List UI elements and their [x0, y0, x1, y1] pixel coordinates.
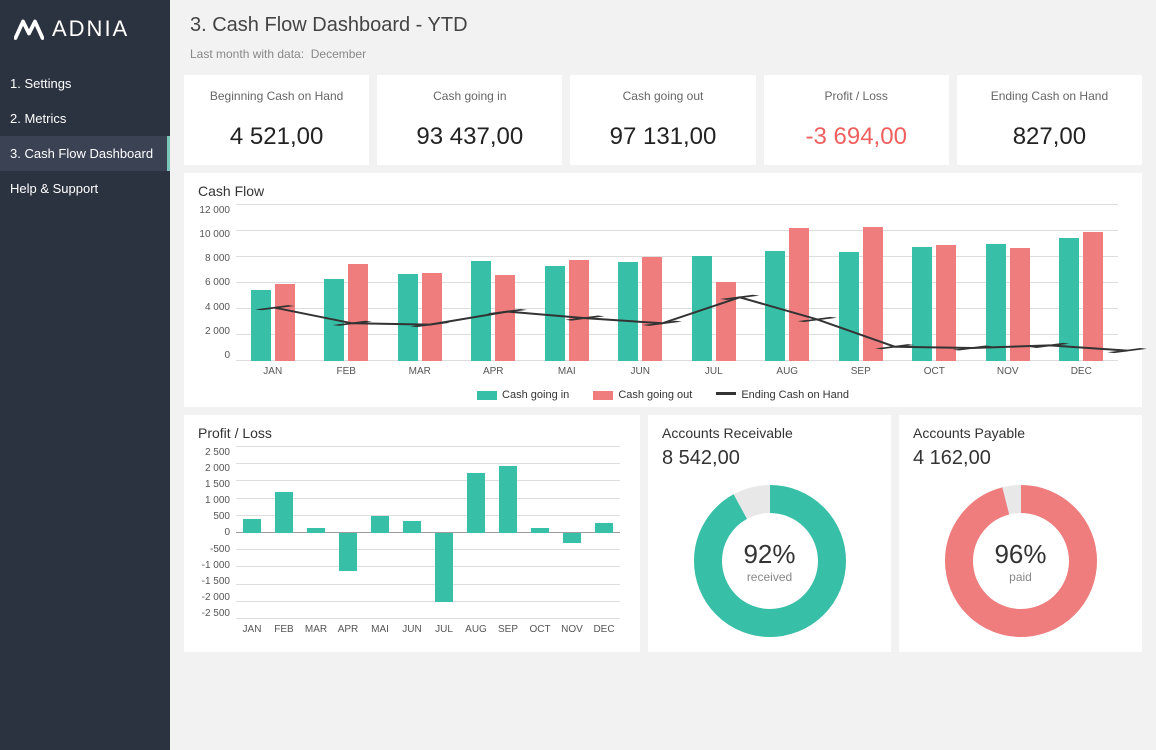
bar-cash-out: [1083, 232, 1103, 361]
bar-cash-out: [422, 273, 442, 361]
metric-label: Ending Cash on Hand: [967, 89, 1132, 103]
sidebar-item-2[interactable]: 3. Cash Flow Dashboard: [0, 136, 170, 171]
bar-cash-in: [912, 247, 932, 361]
cash-flow-panel: Cash Flow 12 00010 0008 0006 0004 0002 0…: [184, 173, 1142, 407]
legend-cash-in: Cash going in: [477, 389, 569, 401]
bar-cash-in: [1059, 238, 1079, 362]
accounts-receivable-donut: 92%received: [685, 476, 855, 646]
bar-cash-out: [716, 282, 736, 361]
brand-logo: ADNIA: [0, 0, 170, 66]
cash-flow-legend: Cash going in Cash going out Ending Cash…: [198, 389, 1128, 401]
accounts-receivable-panel: Accounts Receivable 8 542,00 92%received: [648, 415, 891, 652]
profit-loss-chart: 2 5002 0001 5001 0005000-500-1 000-1 500…: [198, 447, 626, 637]
accounts-payable-donut: 96%paid: [936, 476, 1106, 646]
metric-card-2: Cash going out 97 131,00: [570, 75, 755, 165]
metric-value: 97 131,00: [580, 123, 745, 151]
bar-profit-loss: [243, 519, 261, 533]
accounts-payable-value: 4 162,00: [913, 447, 1128, 470]
bar-cash-out: [495, 275, 515, 361]
metric-value: 4 521,00: [194, 123, 359, 151]
bar-cash-in: [398, 274, 418, 361]
bar-cash-out: [789, 228, 809, 361]
bar-profit-loss: [307, 528, 325, 533]
bar-cash-out: [642, 257, 662, 361]
bar-cash-in: [324, 279, 344, 361]
metric-card-3: Profit / Loss -3 694,00: [764, 75, 949, 165]
bar-profit-loss: [531, 528, 549, 533]
main-content: 3. Cash Flow Dashboard - YTD Last month …: [170, 0, 1156, 750]
bar-profit-loss: [403, 521, 421, 533]
metric-label: Cash going out: [580, 89, 745, 103]
cash-flow-chart: 12 00010 0008 0006 0004 0002 0000JANFEBM…: [198, 205, 1128, 385]
metric-card-1: Cash going in 93 437,00: [377, 75, 562, 165]
bar-cash-out: [936, 245, 956, 361]
brand-name: ADNIA: [52, 16, 129, 42]
page-subtitle: Last month with data: December: [190, 47, 1142, 61]
bar-profit-loss: [467, 473, 485, 533]
profit-loss-panel: Profit / Loss 2 5002 0001 5001 0005000-5…: [184, 415, 640, 652]
metric-label: Profit / Loss: [774, 89, 939, 103]
cash-flow-title: Cash Flow: [198, 183, 1128, 199]
accounts-payable-title: Accounts Payable: [913, 425, 1128, 441]
bar-cash-in: [251, 290, 271, 362]
bar-cash-out: [1010, 248, 1030, 361]
sidebar-item-0[interactable]: 1. Settings: [0, 66, 170, 101]
metric-value: 93 437,00: [387, 123, 552, 151]
sidebar-nav: 1. Settings2. Metrics3. Cash Flow Dashbo…: [0, 66, 170, 206]
bar-profit-loss: [563, 533, 581, 543]
metric-value: 827,00: [967, 123, 1132, 151]
metrics-row: Beginning Cash on Hand 4 521,00 Cash going…: [184, 75, 1142, 165]
bar-cash-out: [569, 260, 589, 361]
bar-profit-loss: [275, 492, 293, 533]
bar-cash-out: [275, 284, 295, 361]
legend-ending-cash: Ending Cash on Hand: [716, 389, 849, 401]
bar-cash-in: [471, 261, 491, 361]
brand-logo-icon: [14, 18, 44, 40]
bar-cash-out: [348, 264, 368, 362]
bar-profit-loss: [435, 533, 453, 602]
sidebar-item-1[interactable]: 2. Metrics: [0, 101, 170, 136]
bar-cash-in: [618, 262, 638, 361]
bar-cash-in: [545, 266, 565, 361]
bar-profit-loss: [371, 516, 389, 533]
legend-cash-out: Cash going out: [593, 389, 692, 401]
accounts-receivable-title: Accounts Receivable: [662, 425, 877, 441]
sidebar-item-3[interactable]: Help & Support: [0, 171, 170, 206]
page-title: 3. Cash Flow Dashboard - YTD: [190, 14, 1142, 37]
metric-label: Cash going in: [387, 89, 552, 103]
bar-profit-loss: [499, 466, 517, 533]
bar-cash-in: [839, 252, 859, 361]
accounts-payable-panel: Accounts Payable 4 162,00 96%paid: [899, 415, 1142, 652]
metric-card-0: Beginning Cash on Hand 4 521,00: [184, 75, 369, 165]
bar-cash-in: [692, 256, 712, 361]
profit-loss-title: Profit / Loss: [198, 425, 626, 441]
metric-value: -3 694,00: [774, 123, 939, 151]
metric-label: Beginning Cash on Hand: [194, 89, 359, 103]
sidebar: ADNIA 1. Settings2. Metrics3. Cash Flow …: [0, 0, 170, 750]
bar-cash-in: [986, 244, 1006, 361]
bar-cash-out: [863, 227, 883, 361]
bar-profit-loss: [595, 523, 613, 533]
accounts-receivable-value: 8 542,00: [662, 447, 877, 470]
bar-cash-in: [765, 251, 785, 362]
metric-card-4: Ending Cash on Hand 827,00: [957, 75, 1142, 165]
bar-profit-loss: [339, 533, 357, 571]
